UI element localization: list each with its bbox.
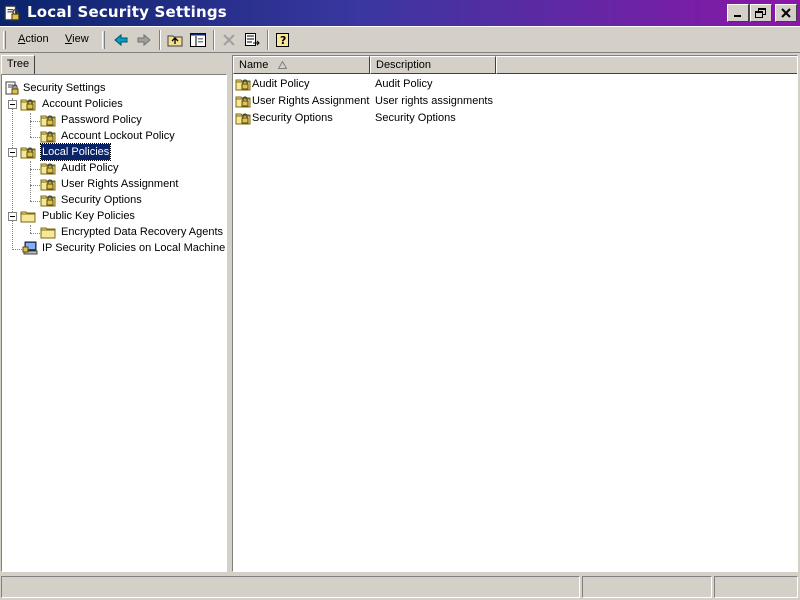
tree-pane[interactable]: Security Settings Account Policies Passw… [1,74,227,572]
toolbar-separator-2 [213,30,215,50]
security-folder-icon [20,144,36,160]
help-icon[interactable]: ? [274,31,292,49]
tree-connector [12,98,13,248]
security-settings-icon [3,4,21,22]
column-header-label: Description [376,59,432,71]
view-menu-label: iew [72,33,89,45]
tree-connector [12,249,22,250]
tree-item-label: Security Options [61,194,142,206]
list-item-audit-policy[interactable]: Audit Policy Audit Policy [233,76,793,93]
view-menu[interactable]: View [65,33,89,45]
minimize-button[interactable] [727,4,749,22]
status-bar [0,574,800,600]
list-item-name: Audit Policy [252,78,310,90]
list-item-description: Security Options [375,112,456,124]
list-item-name: User Rights Assignment [252,95,370,107]
tree-connector [30,225,31,233]
collapse-public-key-policies[interactable] [8,212,17,221]
security-folder-icon [40,192,56,208]
title-bar[interactable]: Local Security Settings [0,0,800,26]
tree-item-label: Account Policies [42,98,123,110]
svg-text:?: ? [280,34,286,47]
toolbar-separator [159,30,161,50]
security-folder-icon [40,160,56,176]
up-folder-icon[interactable] [166,31,184,49]
toolbar: Action View ? [0,26,800,53]
status-panel-2 [582,576,712,598]
tree-connector [30,161,31,201]
tree-item-label: Security Settings [23,82,106,94]
folder-icon [20,208,36,224]
restore-icon [755,8,766,18]
toolbar-grip[interactable] [3,31,6,49]
restore-button[interactable] [750,4,772,22]
tree-item-label: Public Key Policies [42,210,135,222]
toolbar-separator-3 [267,30,269,50]
action-menu-label: ction [25,33,49,45]
list-item-description: User rights assignments [375,95,493,107]
delete-icon[interactable] [220,31,238,49]
tree-item-label: IP Security Policies on Local Machine [42,242,226,254]
list-item-security-options[interactable]: Security Options Security Options [233,110,793,127]
security-folder-icon [235,110,251,126]
list-item-user-rights-assignment[interactable]: User Rights Assignment User rights assig… [233,93,793,110]
export-list-icon[interactable] [243,31,261,49]
tree-item-label: Account Lockout Policy [61,130,175,142]
status-panel-3 [714,576,798,598]
column-header-description[interactable]: Description [370,56,496,74]
status-panel-main [1,576,580,598]
tree-item-label: User Rights Assignment [61,178,179,190]
close-icon [781,8,791,18]
tab-tree[interactable]: Tree [1,55,35,74]
security-folder-icon [40,176,56,192]
sort-ascending-icon [278,61,287,69]
ip-security-icon [22,240,38,256]
security-folder-icon [40,128,56,144]
security-folder-icon [20,96,36,112]
collapse-account-policies[interactable] [8,100,17,109]
toolbar-grip-2[interactable] [102,31,105,49]
column-header-label: Name [239,59,269,71]
forward-arrow-icon[interactable] [135,31,153,49]
back-arrow-icon[interactable] [112,31,130,49]
security-settings-icon [4,80,20,96]
tree-item-label: Password Policy [61,114,142,126]
folder-icon [40,224,56,240]
window-title: Local Security Settings [27,3,227,21]
tree-connector [30,113,31,137]
action-menu[interactable]: Action [18,33,49,45]
details-list-pane[interactable]: Name Description Audit Policy Audit Poli… [232,55,798,572]
list-item-description: Audit Policy [375,78,433,90]
list-item-name: Security Options [252,112,333,124]
security-folder-icon [235,76,251,92]
tree-item-label: Encrypted Data Recovery Agents [61,226,224,238]
collapse-local-policies[interactable] [8,148,17,157]
show-hide-tree-icon[interactable] [189,31,207,49]
tree-item-label: Audit Policy [61,162,119,174]
close-button[interactable] [775,4,797,22]
minimize-icon [734,15,741,17]
column-header-name[interactable]: Name [233,56,370,74]
security-folder-icon [40,112,56,128]
security-folder-icon [235,93,251,109]
column-header-empty[interactable] [496,56,797,74]
tree-item-label-selected: Local Policies [39,143,112,161]
